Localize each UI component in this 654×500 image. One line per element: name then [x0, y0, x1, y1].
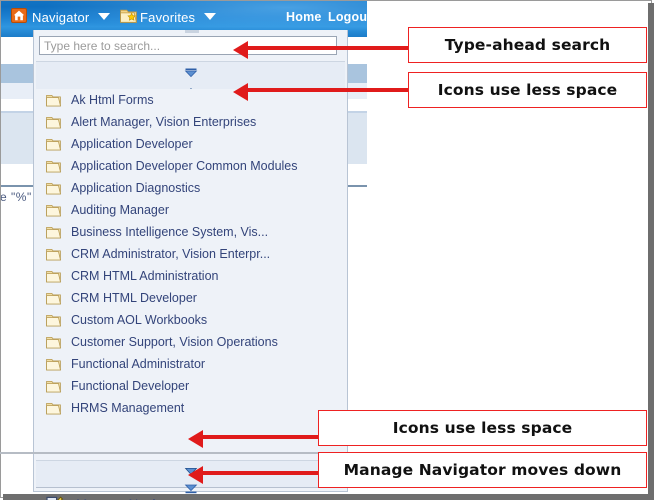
folder-icon	[46, 160, 61, 172]
list-item[interactable]: Auditing Manager	[36, 199, 345, 221]
list-item-label: Application Diagnostics	[71, 181, 201, 195]
callout-arrow-head-3	[188, 430, 203, 448]
navigator-menu-label: Navigator	[32, 10, 90, 25]
callout-box-type-ahead-search: Type-ahead search	[408, 27, 647, 63]
folder-icon	[46, 314, 61, 326]
list-item[interactable]: Ak Html Forms	[36, 89, 345, 111]
chevron-down-icon	[204, 13, 217, 20]
list-item-label: Ak Html Forms	[71, 93, 154, 107]
list-item-label: CRM Administrator, Vision Enterpr...	[71, 247, 271, 261]
list-item-label: Business Intelligence System, Vis...	[71, 225, 269, 239]
list-item-label: Custom AOL Workbooks	[71, 313, 208, 327]
favorites-menu-button[interactable]: Favorites	[140, 10, 217, 25]
callout-box-manage-navigator-moves: Manage Navigator moves down	[318, 452, 647, 488]
list-item[interactable]: CRM HTML Developer	[36, 287, 345, 309]
logout-link[interactable]: Logou	[328, 10, 367, 24]
callout-label: Icons use less space	[392, 419, 573, 437]
list-item[interactable]: CRM HTML Administration	[36, 265, 345, 287]
home-link[interactable]: Home	[286, 10, 322, 24]
scroll-up-control[interactable]	[36, 61, 345, 95]
folder-icon	[46, 402, 61, 414]
list-item-label: Auditing Manager	[71, 203, 169, 217]
list-item[interactable]: Alert Manager, Vision Enterprises	[36, 111, 345, 133]
navigator-dropdown-panel: Ak Html Forms Alert Manager, Vision Enter…	[33, 30, 348, 500]
list-item[interactable]: Custom AOL Workbooks	[36, 309, 345, 331]
callout-arrow-line-4	[203, 471, 318, 475]
list-item[interactable]: Functional Administrator	[36, 353, 345, 375]
folder-icon	[46, 204, 61, 216]
list-item[interactable]: HRMS Management	[36, 397, 345, 419]
callout-arrow-line-1	[248, 46, 408, 50]
navigator-menu-button[interactable]: Navigator	[32, 10, 111, 25]
list-item[interactable]: CRM Administrator, Vision Enterpr...	[36, 243, 345, 265]
background-text-fragment: e "%"	[0, 190, 32, 204]
callout-arrow-line-3	[203, 435, 318, 439]
folder-icon	[46, 270, 61, 282]
home-icon	[11, 8, 27, 23]
list-item-label: Application Developer	[71, 137, 193, 151]
callout-box-icons-space-bottom: Icons use less space	[318, 410, 647, 446]
list-item[interactable]: Application Diagnostics	[36, 177, 345, 199]
folder-icon	[46, 182, 61, 194]
list-item-label: Alert Manager, Vision Enterprises	[71, 115, 257, 129]
list-item[interactable]: Application Developer Common Modules	[36, 155, 345, 177]
manage-navigator-label: Manage Navigator	[76, 497, 186, 500]
page-bottom-rule	[0, 452, 367, 454]
list-item[interactable]: Business Intelligence System, Vis...	[36, 221, 345, 243]
callout-arrow-head-2	[233, 83, 248, 101]
callout-box-icons-space-top: Icons use less space	[408, 72, 647, 108]
folder-icon	[46, 358, 61, 370]
folder-icon	[46, 336, 61, 348]
callout-arrow-head-1	[233, 41, 248, 59]
manage-navigator-icon	[46, 496, 64, 500]
navigator-item-list[interactable]: Ak Html Forms Alert Manager, Vision Enter…	[36, 89, 345, 460]
folder-icon	[46, 292, 61, 304]
popup-grip-handle[interactable]	[185, 30, 199, 33]
list-item-label: Customer Support, Vision Operations	[71, 335, 278, 349]
chevron-down-icon	[98, 13, 111, 20]
list-item[interactable]: Application Developer	[36, 133, 345, 155]
folder-icon	[46, 380, 61, 392]
favorites-menu-label: Favorites	[140, 10, 196, 25]
folder-icon	[46, 248, 61, 260]
list-item[interactable]: Customer Support, Vision Operations	[36, 331, 345, 353]
screenshot-canvas: e "%" Navigator Favorites Home Logou Typ…	[0, 0, 654, 500]
folder-icon	[46, 226, 61, 238]
callout-arrow-line-2	[248, 88, 408, 92]
folder-icon	[46, 94, 61, 106]
folder-icon	[46, 138, 61, 150]
list-item-label: Application Developer Common Modules	[71, 159, 298, 173]
screenshot-shadow-right	[648, 3, 654, 500]
scroll-to-top-icon[interactable]	[180, 68, 202, 78]
list-item-label: CRM HTML Administration	[71, 269, 219, 283]
callout-label: Icons use less space	[437, 81, 618, 99]
manage-navigator-button[interactable]: Manage Navigator	[36, 488, 345, 500]
list-item-label: CRM HTML Developer	[71, 291, 197, 305]
folder-icon	[46, 116, 61, 128]
list-item[interactable]: Functional Developer	[36, 375, 345, 397]
list-item-label: Functional Administrator	[71, 357, 206, 371]
callout-label: Manage Navigator moves down	[343, 461, 622, 479]
list-item-label: Functional Developer	[71, 379, 190, 393]
list-item-label: HRMS Management	[71, 401, 185, 415]
callout-arrow-head-4	[188, 466, 203, 484]
callout-label: Type-ahead search	[444, 36, 611, 54]
folder-star-icon	[120, 9, 137, 23]
